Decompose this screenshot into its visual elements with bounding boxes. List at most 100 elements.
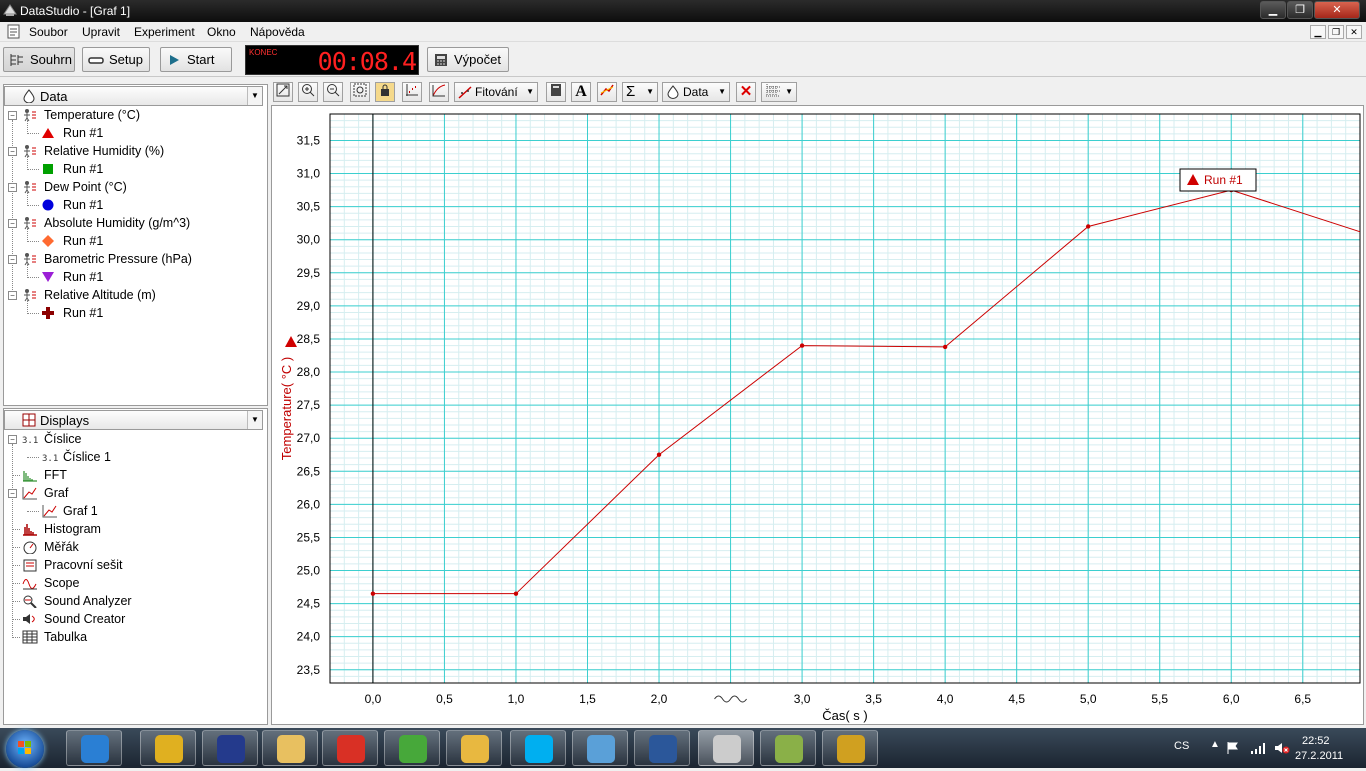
calculator-button[interactable] <box>546 82 566 102</box>
fit-dropdown[interactable]: Fitování ▼ <box>454 82 538 102</box>
collapse-icon[interactable]: − <box>8 183 17 192</box>
taskbar-app-ie[interactable] <box>66 730 122 766</box>
run-item[interactable]: Run #1 <box>0 304 260 322</box>
data-point[interactable] <box>799 343 805 348</box>
clock-status: KONEC <box>249 48 278 57</box>
display-item-fft[interactable]: FFT <box>0 466 260 484</box>
setup-button[interactable]: Setup <box>82 47 150 72</box>
scale-to-fit-button[interactable] <box>273 82 293 102</box>
taskbar-app-messenger[interactable] <box>572 730 628 766</box>
data-tree-item[interactable]: − Barometric Pressure (hPa) <box>0 250 260 268</box>
document-menu-icon[interactable] <box>6 24 21 39</box>
display-item-meter[interactable]: Měřák <box>0 538 260 556</box>
data-point[interactable] <box>656 452 662 457</box>
statistics-dropdown[interactable]: Σ ▼ <box>622 82 658 102</box>
display-item-table[interactable]: Tabulka <box>0 628 260 646</box>
data-dropdown[interactable]: Data ▼ <box>662 82 730 102</box>
minimize-button[interactable]: ▁ <box>1260 1 1286 19</box>
table-icon <box>22 630 38 644</box>
taskbar-app-word[interactable] <box>634 730 690 766</box>
clock-time-display[interactable]: 22:52 <box>1302 735 1330 747</box>
taskbar-app-greenshot[interactable] <box>384 730 440 766</box>
zoom-select-button[interactable] <box>350 82 370 102</box>
menu-upravit[interactable]: Upravit <box>82 25 120 39</box>
run-item[interactable]: Run #1 <box>0 268 260 286</box>
close-button[interactable]: ✕ <box>1314 1 1360 19</box>
collapse-icon[interactable]: − <box>8 111 17 120</box>
mdi-minimize-button[interactable]: ▁ <box>1310 25 1326 39</box>
data-tree-item[interactable]: − Temperature (°C) <box>0 106 260 124</box>
digits-icon: 3.14 <box>22 436 38 446</box>
data-tree-item[interactable]: − Absolute Humidity (g/m^3) <box>0 214 260 232</box>
data-point[interactable] <box>513 591 519 596</box>
zoom-in-button[interactable] <box>298 82 318 102</box>
play-icon <box>170 55 179 65</box>
display-instance-item[interactable]: Graf 1 <box>0 502 260 520</box>
data-drop-icon <box>667 85 679 99</box>
display-item-histogram[interactable]: Histogram <box>0 520 260 538</box>
mdi-close-button[interactable]: ✕ <box>1346 25 1362 39</box>
summary-button[interactable]: Souhrn <box>3 47 75 72</box>
displays-panel-header[interactable]: Displays ▼ <box>4 410 263 430</box>
volume-muted-icon[interactable] <box>1274 741 1290 755</box>
menu-napoveda[interactable]: Nápověda <box>250 25 305 39</box>
slope-button[interactable] <box>597 82 617 102</box>
action-center-flag-icon[interactable] <box>1226 741 1240 755</box>
data-tree-item[interactable]: − Dew Point (°C) <box>0 178 260 196</box>
start-button[interactable]: Start <box>160 47 232 72</box>
collapse-icon[interactable]: − <box>8 255 17 264</box>
data-point[interactable] <box>942 344 948 350</box>
show-hidden-icons-icon[interactable]: ▲ <box>1210 739 1220 750</box>
collapse-icon[interactable]: − <box>8 147 17 156</box>
collapse-icon[interactable]: − <box>8 219 17 228</box>
graph-settings-dropdown[interactable]: ▼ <box>761 82 797 102</box>
collapse-icon[interactable]: − <box>8 489 17 498</box>
menu-experiment[interactable]: Experiment <box>134 25 195 39</box>
calculate-button[interactable]: Výpočet <box>427 47 509 72</box>
data-panel-header[interactable]: Data ▼ <box>4 86 263 106</box>
display-item-scope[interactable]: Scope <box>0 574 260 592</box>
menu-soubor[interactable]: Soubor <box>29 25 68 39</box>
display-item-sound-creator[interactable]: Sound Creator <box>0 610 260 628</box>
taskbar-app-outlook[interactable] <box>446 730 502 766</box>
taskbar-app-chrome[interactable] <box>140 730 196 766</box>
display-item-graph[interactable]: − Graf <box>0 484 260 502</box>
taskbar-app-datastudio[interactable] <box>698 730 754 766</box>
collapse-icon[interactable]: − <box>8 291 17 300</box>
network-icon[interactable] <box>1250 741 1266 755</box>
taskbar-app-paint[interactable] <box>760 730 816 766</box>
maximize-button[interactable]: ❐ <box>1287 1 1313 19</box>
display-item-digits[interactable]: −3.14 Číslice <box>0 430 260 448</box>
taskbar-app-save[interactable] <box>202 730 258 766</box>
display-instance-item[interactable]: 3.14 Číslice 1 <box>0 448 260 466</box>
temperature-chart[interactable]: 23,5 24,0 24,5 25,0 25,5 26,0 26,5 27,0 27,5 28,0… <box>272 106 1363 724</box>
data-point[interactable] <box>370 591 376 596</box>
menu-okno[interactable]: Okno <box>207 25 236 39</box>
clock-date-display[interactable]: 27.2.2011 <box>1295 750 1343 762</box>
taskbar-app-video[interactable] <box>822 730 878 766</box>
remove-button[interactable]: ✕ <box>736 82 756 102</box>
mdi-restore-button[interactable]: ❐ <box>1328 25 1344 39</box>
run-item[interactable]: Run #1 <box>0 160 260 178</box>
text-annotation-button[interactable]: A <box>571 82 591 102</box>
run-item[interactable]: Run #1 <box>0 232 260 250</box>
run-item[interactable]: Run #1 <box>0 196 260 214</box>
language-indicator[interactable]: CS <box>1174 740 1189 752</box>
taskbar-app-skype[interactable] <box>510 730 566 766</box>
displays-panel-dropdown-icon[interactable]: ▼ <box>247 411 262 429</box>
collapse-icon[interactable]: − <box>8 435 17 444</box>
taskbar-app-gmail[interactable] <box>322 730 378 766</box>
data-tree-item[interactable]: − Relative Altitude (m) <box>0 286 260 304</box>
data-points-button[interactable] <box>402 82 422 102</box>
data-point[interactable] <box>1085 224 1091 229</box>
data-tree-item[interactable]: − Relative Humidity (%) <box>0 142 260 160</box>
lock-axes-button[interactable] <box>375 82 395 102</box>
display-item-workbook[interactable]: Pracovní sešit <box>0 556 260 574</box>
display-item-sound-analyzer[interactable]: Sound Analyzer <box>0 592 260 610</box>
run-item[interactable]: Run #1 <box>0 124 260 142</box>
taskbar-app-explorer[interactable] <box>262 730 318 766</box>
smart-tool-button[interactable] <box>429 82 449 102</box>
data-panel-dropdown-icon[interactable]: ▼ <box>247 87 262 105</box>
zoom-out-button[interactable] <box>323 82 343 102</box>
start-orb-button[interactable] <box>6 730 44 768</box>
